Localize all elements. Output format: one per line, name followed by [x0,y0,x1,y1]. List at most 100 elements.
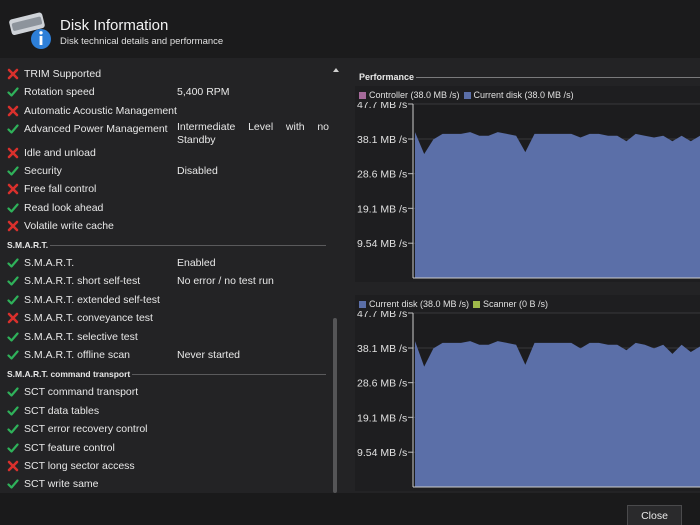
feature-label: S.M.A.R.T. selective test [24,331,138,343]
section-divider [132,374,326,375]
series-area [415,132,700,278]
checkmark-icon [7,350,19,360]
feature-row: S.M.A.R.T. offline scan Never started [0,346,330,364]
checkmark-icon [7,332,19,342]
cross-icon [7,68,19,80]
feature-row: SCT error recovery control [0,420,330,438]
cross-icon [7,312,19,324]
cross-icon [7,105,19,117]
dialog-footer: Close [0,493,700,525]
dialog-subtitle: Disk technical details and performance [60,36,224,47]
checkmark-icon [7,443,19,453]
checkmark-icon [7,479,19,489]
checkmark-icon [7,276,19,286]
checkmark-icon [7,124,19,134]
feature-label: Read look ahead [24,202,104,214]
y-tick-label: 28.6 MB /s [357,169,407,181]
feature-row: Free fall control [0,180,330,198]
feature-label: S.M.A.R.T. short self-test [24,275,141,287]
checkmark-icon [7,387,19,397]
feature-label: Volatile write cache [24,220,114,232]
feature-label: SCT error recovery control [24,423,148,435]
cross-icon [7,460,19,472]
checkmark-icon [7,87,19,97]
checkmark-icon [7,424,19,434]
feature-label: SCT feature control [24,442,115,454]
scroll-up-arrow-icon[interactable] [333,68,339,72]
feature-row: Volatile write cache [0,217,330,235]
legend-swatch [473,301,481,308]
checkmark-icon [7,258,19,268]
section-divider [50,245,326,246]
y-tick-label: 9.54 MB /s [357,238,407,250]
cross-icon [7,147,19,159]
feature-row: S.M.A.R.T. conveyance test [0,309,330,327]
legend-item: Current disk (38.0 MB /s) [359,299,469,309]
dialog-content: TRIM Supported Rotation speed 5,400 RPM Aut… [0,58,700,493]
feature-label: Idle and unload [24,147,96,159]
legend-label: Current disk (38.0 MB /s) [473,90,574,100]
features-scrollbar[interactable] [330,66,342,493]
feature-label: Automatic Acoustic Management [24,105,177,117]
feature-row: SCT data tables [0,402,330,420]
feature-row: S.M.A.R.T. selective test [0,328,330,346]
y-tick-label: 47.7 MB /s [357,311,407,320]
feature-value: Disabled [177,165,218,177]
feature-row: SCT feature control [0,439,330,457]
feature-label: S.M.A.R.T. offline scan [24,349,131,361]
feature-row: Security Disabled [0,162,330,180]
legend-swatch [463,92,471,99]
checkmark-icon [7,295,19,305]
section-label: S.M.A.R.T. command transport [7,369,131,379]
feature-label: Security [24,165,62,177]
feature-row: Idle and unload [0,144,330,162]
feature-value: 5,400 RPM [177,86,230,98]
legend-label: Current disk (38.0 MB /s) [369,299,470,309]
feature-label: SCT long sector access [24,460,135,472]
y-tick-label: 28.6 MB /s [357,378,407,390]
cross-icon [7,220,19,232]
feature-row: SCT write same [0,475,330,493]
dialog-header: Disk Information Disk technical details … [0,0,700,58]
feature-row: TRIM Supported [0,65,330,83]
legend-swatch [359,301,366,308]
feature-label: S.M.A.R.T. conveyance test [24,312,153,324]
feature-row: Rotation speed 5,400 RPM [0,83,330,101]
y-tick-label: 38.1 MB /s [357,134,407,146]
feature-row: S.M.A.R.T. extended self-test [0,291,330,309]
y-tick-label: 19.1 MB /s [357,412,407,424]
feature-label: SCT command transport [24,386,139,398]
feature-row: S.M.A.R.T. Enabled [0,254,330,272]
close-button[interactable]: Close [627,505,682,525]
feature-label: TRIM Supported [24,68,102,80]
y-tick-label: 47.7 MB /s [357,102,407,111]
chart-1-legend: Controller (38.0 MB /s) Current disk (38.… [359,90,578,102]
legend-item: Controller (38.0 MB /s) [359,90,460,100]
legend-label: Scanner (0 B /s) [483,299,549,309]
performance-title: Performance [359,72,415,82]
checkmark-icon [7,166,19,176]
feature-value: No error / no test run [177,275,274,287]
feature-label: SCT data tables [24,405,100,417]
feature-label: Advanced Power Management [24,123,168,135]
y-tick-label: 38.1 MB /s [357,343,407,355]
feature-value: Never started [177,349,241,361]
performance-chart-2: Current disk (38.0 MB /s) Scanner (0 B /s… [355,295,700,491]
feature-row: Advanced Power Management Intermediate Le… [0,120,330,146]
feature-label: Rotation speed [24,86,95,98]
feature-row: SCT long sector access [0,457,330,475]
feature-label: Free fall control [24,183,97,195]
performance-chart-1: Controller (38.0 MB /s) Current disk (38.… [355,86,700,282]
legend-swatch [359,92,366,99]
scroll-thumb[interactable] [333,318,337,493]
legend-label: Controller (38.0 MB /s) [369,90,460,100]
cross-icon [7,183,19,195]
y-tick-label: 19.1 MB /s [357,203,407,215]
feature-label: S.M.A.R.T. extended self-test [24,294,160,306]
feature-label: SCT write same [24,478,99,490]
chart-2-plot: 47.7 MB /s 38.1 MB /s 28.6 MB /s 19.1 MB /s… [357,311,700,488]
feature-row: Read look ahead [0,199,330,217]
legend-item: Scanner (0 B /s) [473,299,548,309]
series-area [415,341,700,487]
feature-row: Automatic Acoustic Management [0,102,330,120]
